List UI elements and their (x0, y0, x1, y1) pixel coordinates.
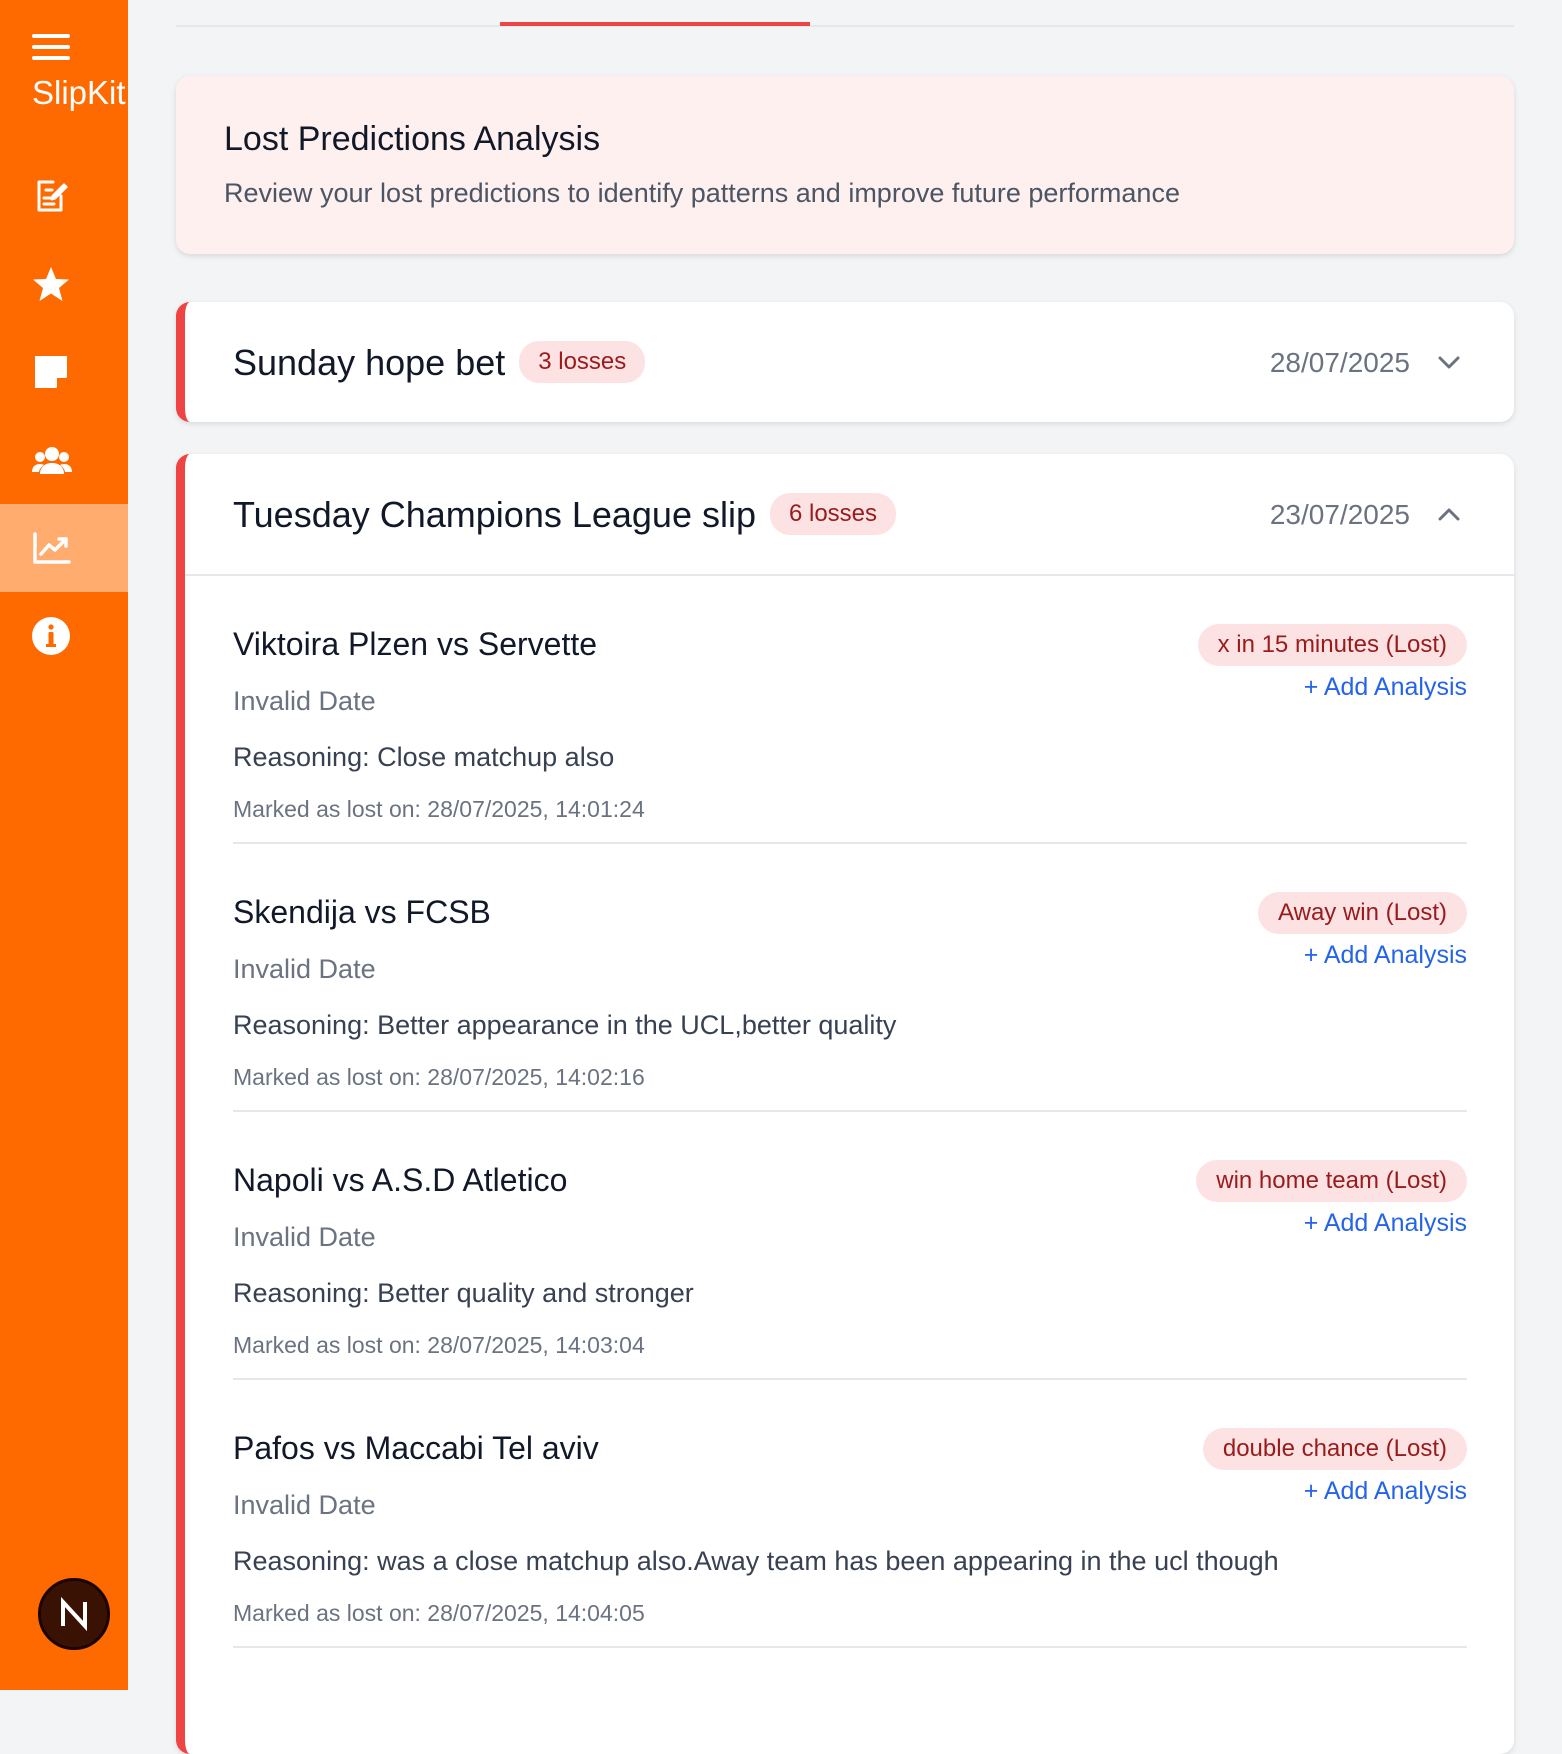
sidebar-item-edit[interactable] (0, 152, 128, 240)
marked-lost-timestamp: Marked as lost on: 28/07/2025, 14:02:16 (233, 1064, 645, 1090)
reasoning-text: Reasoning: was a close matchup also.Away… (233, 1546, 1279, 1576)
match-title: Skendija vs FCSB (233, 894, 491, 930)
slip-date: 28/07/2025 (1269, 347, 1410, 378)
match-date: Invalid Date (233, 954, 376, 984)
brand-logo: SlipKit (32, 74, 126, 111)
slip-title: Sunday hope bet (233, 342, 506, 383)
slip-title: Tuesday Champions League slip (233, 494, 756, 535)
n-logo-icon (61, 1597, 87, 1631)
chart-icon (33, 532, 71, 564)
match-date: Invalid Date (233, 686, 376, 716)
marked-lost-timestamp: Marked as lost on: 28/07/2025, 14:04:05 (233, 1600, 645, 1626)
slip-header[interactable]: Sunday hope bet 3 losses 28/07/2025 (185, 302, 1514, 422)
menu-icon[interactable] (32, 34, 70, 66)
pick-status-badge: Away win (Lost) (1258, 892, 1467, 934)
avatar[interactable] (38, 1578, 110, 1650)
slip-title-wrap: Sunday hope bet 3 losses (233, 341, 646, 386)
users-icon (32, 447, 72, 474)
marked-lost-timestamp: Marked as lost on: 28/07/2025, 14:03:04 (233, 1332, 645, 1358)
edit-icon (37, 180, 68, 212)
match-title: Viktoira Plzen vs Servette (233, 626, 598, 662)
sidebar-item-info[interactable] (0, 592, 128, 680)
slip-title-wrap: Tuesday Champions League slip 6 losses (233, 493, 897, 538)
slip-card: Sunday hope bet 3 losses 28/07/2025 (176, 302, 1514, 422)
prediction-item: Napoli vs A.S.D Atletico win home team (… (233, 1112, 1467, 1380)
prediction-item: Pafos vs Maccabi Tel aviv double chance … (233, 1380, 1467, 1648)
sidebar-item-notes[interactable] (0, 328, 128, 416)
sidebar-item-community[interactable] (0, 416, 128, 504)
match-title: Pafos vs Maccabi Tel aviv (233, 1430, 599, 1466)
match-date: Invalid Date (233, 1490, 376, 1520)
pick-status-badge: double chance (Lost) (1202, 1428, 1467, 1470)
star-icon (33, 267, 69, 301)
reasoning-text: Reasoning: Better appearance in the UCL,… (233, 1010, 897, 1040)
note-icon (35, 356, 68, 389)
tabs-bar (176, 25, 1514, 27)
sidebar: SlipKit (0, 0, 128, 1690)
loss-count-badge: 3 losses (519, 341, 646, 384)
analysis-header: Lost Predictions Analysis Review your lo… (176, 76, 1514, 254)
match-title: Napoli vs A.S.D Atletico (233, 1162, 568, 1198)
prediction-item: Skendija vs FCSB Away win (Lost) + Add A… (233, 844, 1467, 1112)
reasoning-text: Reasoning: Close matchup also (233, 742, 615, 772)
marked-lost-timestamp: Marked as lost on: 28/07/2025, 14:01:24 (233, 796, 645, 822)
sidebar-item-analysis[interactable] (0, 504, 128, 592)
active-tab-indicator (500, 22, 810, 26)
page-title: Lost Predictions Analysis (224, 120, 601, 158)
sidebar-item-favorites[interactable] (0, 240, 128, 328)
add-analysis-link[interactable]: + Add Analysis (1304, 941, 1467, 970)
add-analysis-link[interactable]: + Add Analysis (1304, 673, 1467, 702)
chevron-down-icon[interactable] (1436, 352, 1462, 372)
slip-card: Tuesday Champions League slip 6 losses 23… (176, 454, 1514, 1754)
prediction-item: Viktoira Plzen vs Servette x in 15 minut… (233, 576, 1467, 844)
info-icon (32, 617, 70, 655)
chevron-up-icon[interactable] (1436, 504, 1462, 524)
pick-status-badge: x in 15 minutes (Lost) (1197, 624, 1467, 666)
loss-count-badge: 6 losses (769, 493, 897, 536)
add-analysis-link[interactable]: + Add Analysis (1304, 1209, 1467, 1238)
match-date: Invalid Date (233, 1222, 376, 1252)
add-analysis-link[interactable]: + Add Analysis (1304, 1477, 1467, 1506)
page-subtitle: Review your lost predictions to identify… (224, 178, 1180, 208)
pick-status-badge: win home team (Lost) (1196, 1160, 1467, 1202)
reasoning-text: Reasoning: Better quality and stronger (233, 1278, 694, 1308)
slip-date: 23/07/2025 (1269, 499, 1410, 530)
slip-header[interactable]: Tuesday Champions League slip 6 losses 23… (185, 454, 1514, 574)
